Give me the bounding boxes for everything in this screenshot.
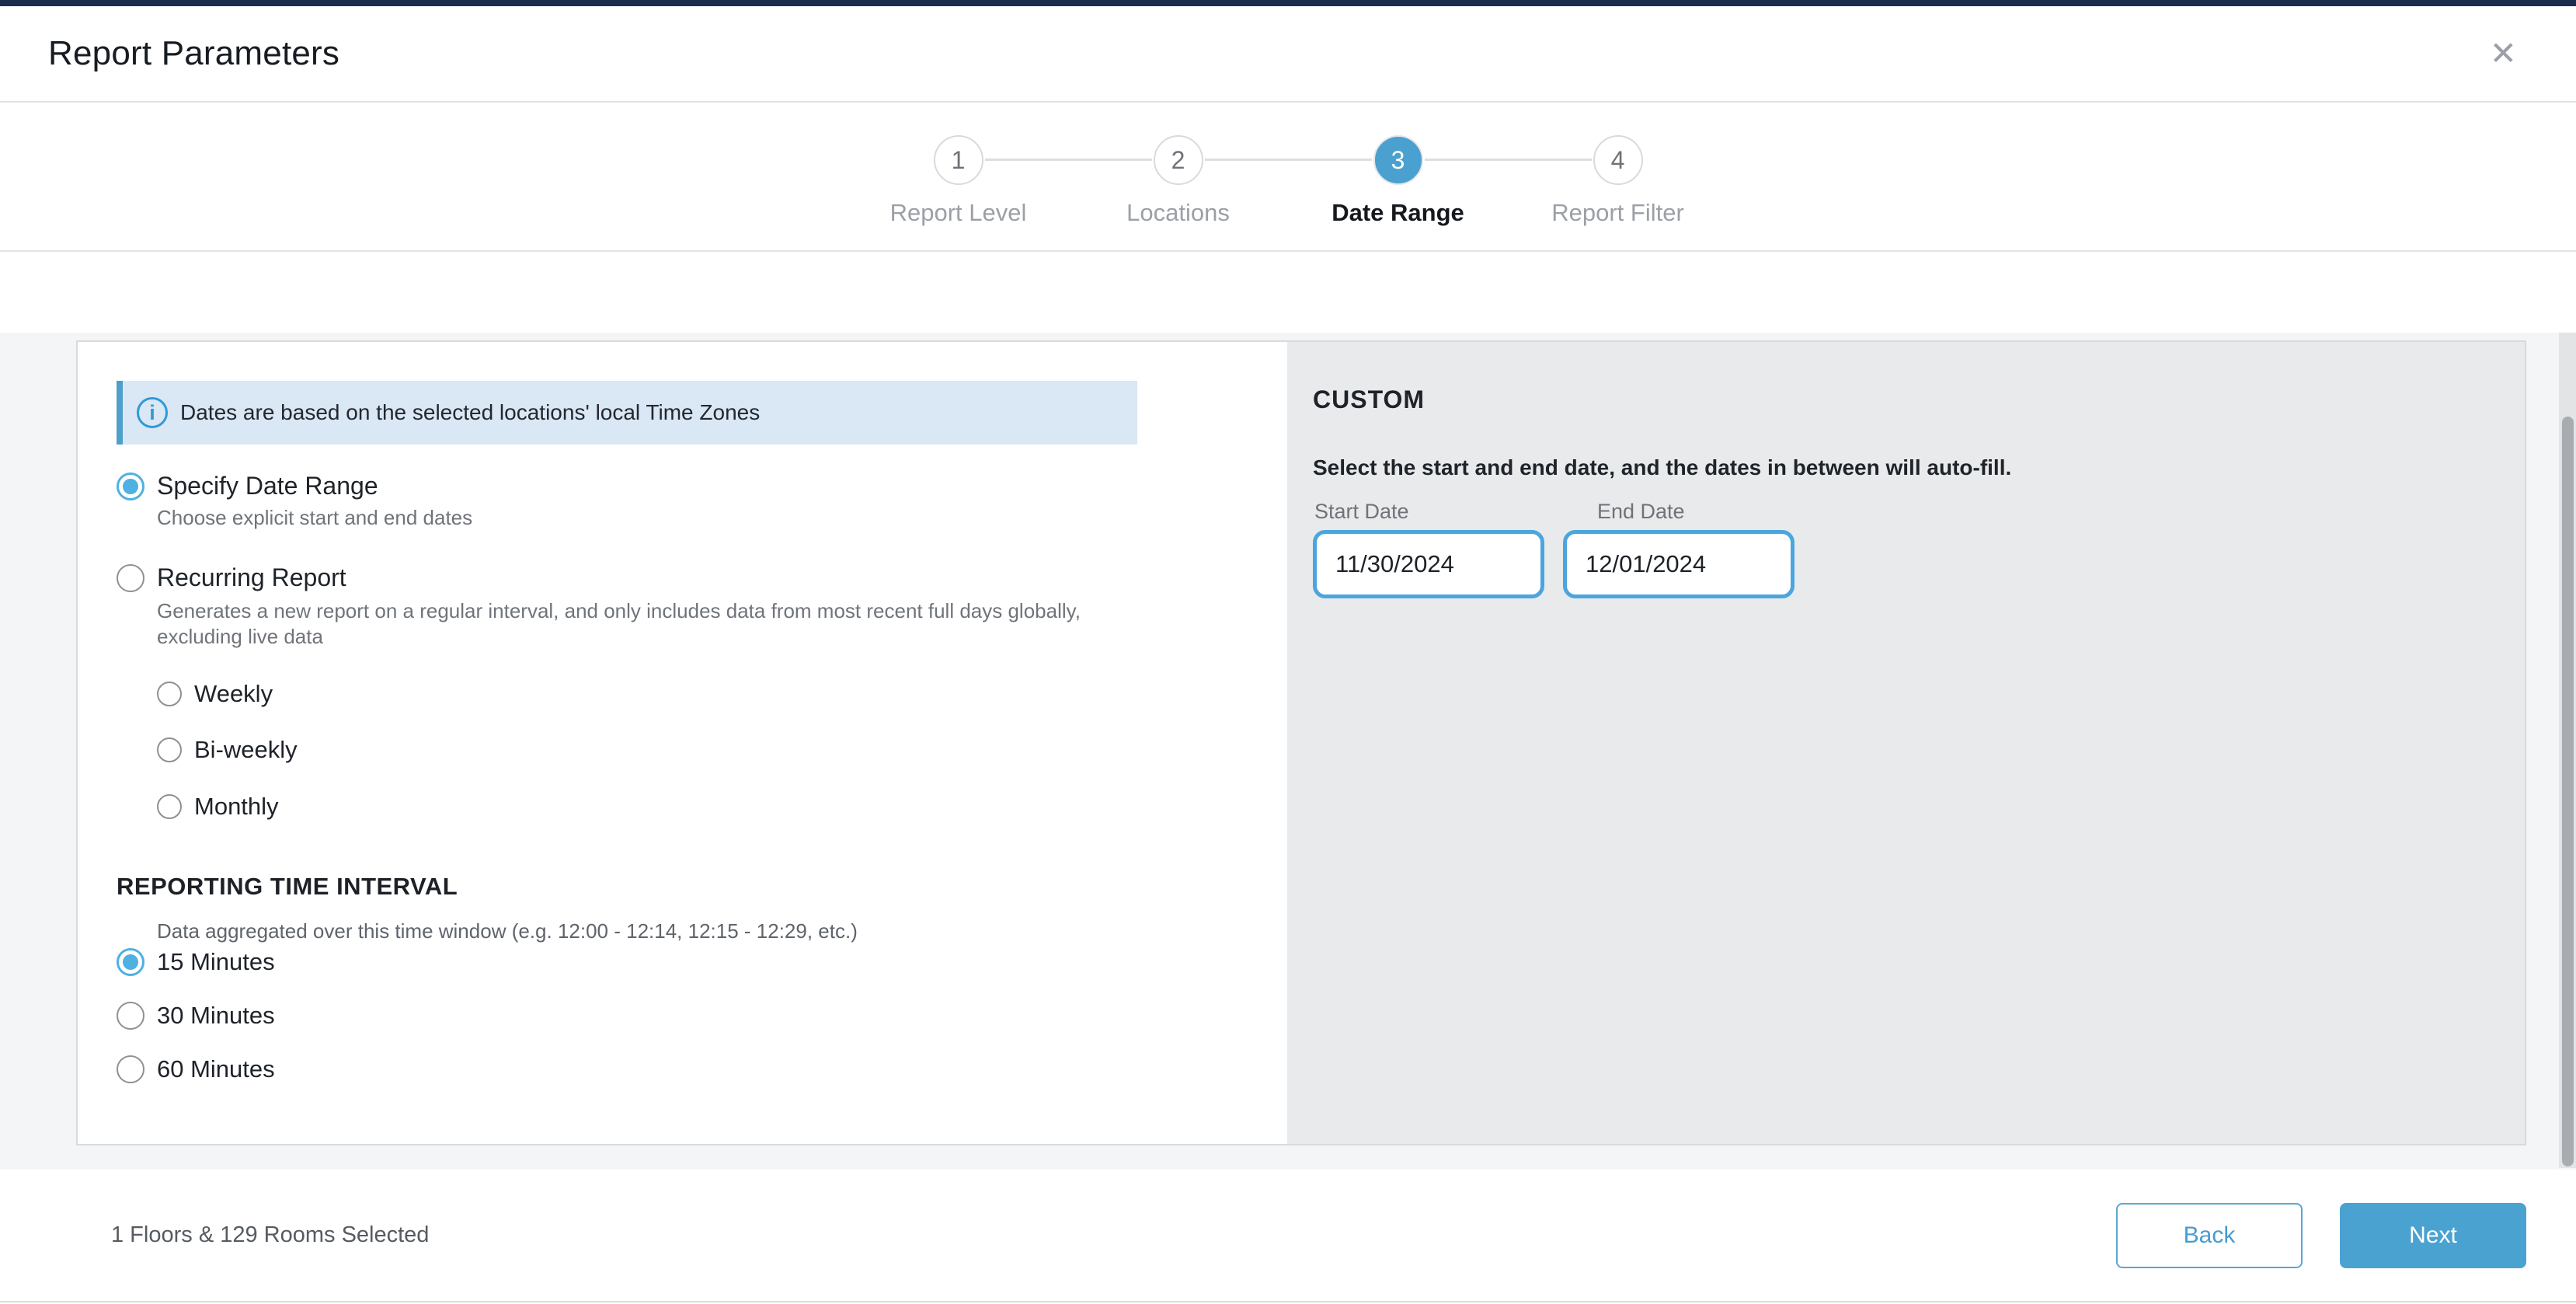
date-range-content: i Dates are based on the selected locati… [0, 333, 2576, 1170]
option-60-minutes-label[interactable]: 60 Minutes [157, 1055, 275, 1083]
close-icon[interactable]: ✕ [2479, 34, 2528, 73]
timezone-info-text: Dates are based on the selected location… [180, 400, 760, 425]
step-label-report-filter: Report Filter [1551, 199, 1684, 227]
dialog-top-edge [0, 0, 2576, 6]
stepper-connector [985, 159, 1152, 161]
option-30-minutes-label[interactable]: 30 Minutes [157, 1002, 275, 1030]
option-15-minutes-label[interactable]: 15 Minutes [157, 948, 275, 976]
page-title: Report Parameters [48, 34, 339, 73]
option-biweekly[interactable]: Bi-weekly [157, 736, 1287, 764]
radio-recurring-report[interactable] [117, 564, 144, 592]
back-button[interactable]: Back [2116, 1203, 2303, 1268]
spacer [0, 252, 2576, 333]
timezone-info-banner: i Dates are based on the selected locati… [117, 381, 1137, 445]
radio-15-minutes[interactable] [117, 948, 144, 976]
radio-biweekly[interactable] [157, 737, 182, 762]
info-icon: i [137, 397, 168, 428]
step-report-filter[interactable]: 4 Report Filter [1508, 103, 1728, 250]
option-recurring-label[interactable]: Recurring Report [157, 563, 346, 592]
radio-30-minutes[interactable] [117, 1002, 144, 1030]
end-date-input[interactable] [1563, 530, 1794, 598]
option-weekly-label[interactable]: Weekly [194, 680, 273, 708]
end-date-label: End Date [1563, 500, 1685, 524]
reporting-time-interval-helper: Data aggregated over this time window (e… [157, 919, 1287, 943]
date-range-card: i Dates are based on the selected locati… [76, 340, 2526, 1145]
radio-monthly[interactable] [157, 794, 182, 819]
custom-description: Select the start and end date, and the d… [1313, 455, 2525, 480]
step-label-locations: Locations [1126, 199, 1230, 227]
start-date-label: Start Date [1313, 500, 1563, 524]
radio-weekly[interactable] [157, 682, 182, 706]
option-15-minutes[interactable]: 15 Minutes [117, 948, 1287, 976]
option-biweekly-label[interactable]: Bi-weekly [194, 736, 298, 764]
option-specify-label[interactable]: Specify Date Range [157, 472, 378, 500]
custom-heading: CUSTOM [1313, 385, 2525, 414]
step-circle-1: 1 [934, 135, 983, 185]
step-label-date-range: Date Range [1332, 199, 1464, 227]
radio-specify-date-range[interactable] [117, 472, 144, 500]
option-specify-description: Choose explicit start and end dates [157, 506, 1287, 530]
option-monthly-label[interactable]: Monthly [194, 793, 279, 821]
step-circle-3: 3 [1373, 135, 1423, 185]
start-date-input[interactable] [1313, 530, 1544, 598]
stepper-connector [1205, 159, 1372, 161]
option-monthly[interactable]: Monthly [157, 793, 1287, 821]
scrollbar-track[interactable] [2559, 333, 2576, 1168]
step-circle-4: 4 [1593, 135, 1643, 185]
option-specify-date-range[interactable]: Specify Date Range [117, 472, 1287, 500]
scrollbar-thumb[interactable] [2562, 417, 2574, 1166]
step-label-report-level: Report Level [890, 199, 1027, 227]
stepper-connector [1425, 159, 1592, 161]
step-locations[interactable]: 2 Locations [1068, 103, 1288, 250]
step-report-level[interactable]: 1 Report Level [848, 103, 1068, 250]
dialog-footer: 1 Floors & 129 Rooms Selected Back Next [0, 1170, 2576, 1302]
step-date-range[interactable]: 3 Date Range [1288, 103, 1508, 250]
radio-60-minutes[interactable] [117, 1055, 144, 1083]
report-parameters-dialog: Report Parameters ✕ 1 Report Level 2 Loc… [0, 0, 2576, 1304]
option-weekly[interactable]: Weekly [157, 680, 1287, 708]
step-circle-2: 2 [1154, 135, 1203, 185]
reporting-time-interval-heading: REPORTING TIME INTERVAL [117, 873, 1287, 901]
option-recurring-report[interactable]: Recurring Report [117, 563, 1287, 592]
option-60-minutes[interactable]: 60 Minutes [117, 1055, 1287, 1083]
custom-date-pane: CUSTOM Select the start and end date, an… [1287, 342, 2525, 1144]
option-30-minutes[interactable]: 30 Minutes [117, 1002, 1287, 1030]
selection-summary: 1 Floors & 129 Rooms Selected [111, 1222, 429, 1248]
next-button[interactable]: Next [2340, 1203, 2526, 1268]
stepper: 1 Report Level 2 Locations 3 Date Range … [0, 103, 2576, 252]
date-options-pane: i Dates are based on the selected locati… [78, 342, 1287, 1144]
dialog-header: Report Parameters ✕ [0, 6, 2576, 103]
option-recurring-description: Generates a new report on a regular inte… [157, 598, 1144, 650]
